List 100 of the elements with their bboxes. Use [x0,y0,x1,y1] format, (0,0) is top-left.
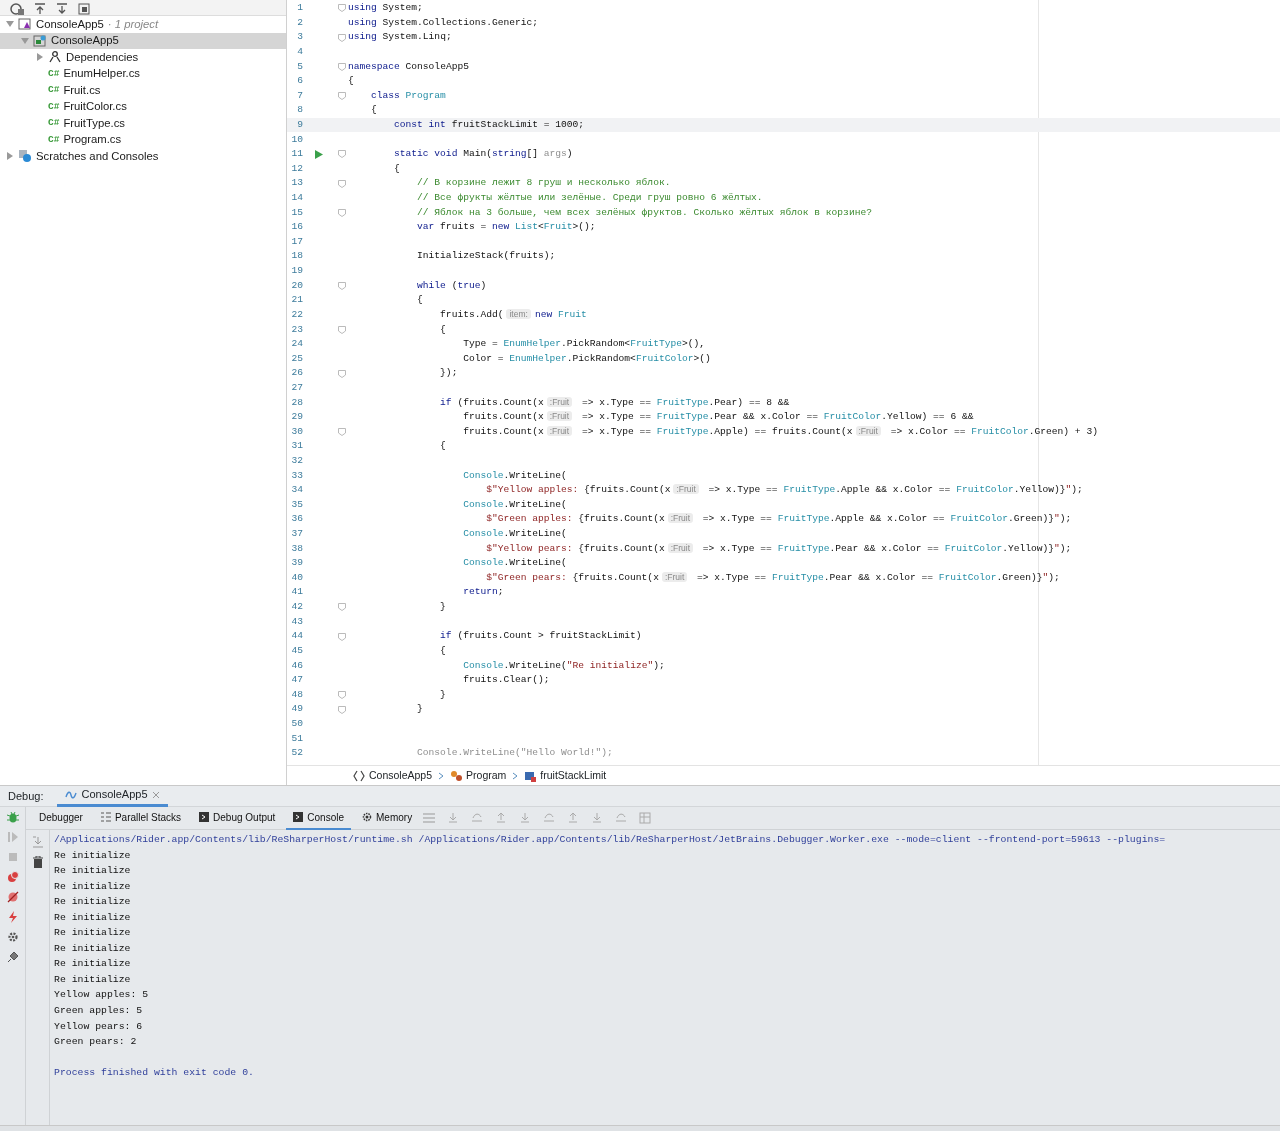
code-line: // В корзине лежит 8 груш и несколько яблок. [416,176,671,191]
fold-icon[interactable] [337,91,346,100]
line-number: 29 [290,410,303,425]
tab[interactable]: Debug Output [192,806,283,830]
breakpoints-icon[interactable] [6,871,19,883]
mute-breakpoints-icon[interactable] [6,891,19,903]
tree-item[interactable]: C# FruitType.cs [0,115,286,132]
fold-icon[interactable] [337,427,346,436]
breadcrumb-item[interactable]: fruitStackLimit [524,767,607,784]
line-number: 34 [290,483,303,498]
fold-icon[interactable] [337,33,346,42]
fold-icon[interactable] [337,150,346,159]
code-line: var fruits = new List<Fruit>(); [416,220,596,235]
line-number: 25 [290,351,303,366]
step-down-icon[interactable] [543,812,556,824]
expanded-arrow-icon[interactable] [6,20,14,29]
collapsed-arrow-icon[interactable] [36,53,44,62]
tree-item[interactable]: Scratches and Consoles [0,148,286,165]
console-output-line: Yellow apples: 5 [54,988,150,1003]
line-number: 45 [290,643,303,658]
preview-icon[interactable] [78,3,90,15]
line-number: 14 [290,191,303,206]
code-line: const int fruitStackLimit = 1000; [393,118,585,132]
file-type-icon: C# [48,132,60,147]
tree-item[interactable]: C# Program.cs [0,131,286,148]
tree-item[interactable]: Dependencies [0,49,286,66]
line-number: 43 [290,614,303,629]
tab[interactable]: Memory [355,806,420,830]
collapsed-arrow-icon[interactable] [6,152,14,161]
trash-icon[interactable] [32,856,43,868]
tab[interactable]: Console [286,806,352,830]
breadcrumb-item[interactable]: Program [450,767,507,784]
expanded-arrow-icon[interactable] [21,36,29,45]
fold-icon[interactable] [337,369,346,378]
line-number: 1 [296,1,303,16]
scroll-to-end-icon[interactable] [31,836,44,848]
tree-item[interactable]: C# EnumHelper.cs [0,65,286,82]
run-icon[interactable] [315,149,323,159]
console-output-line: Re initialize [54,910,132,925]
console-output-line: Re initialize [54,848,132,863]
fold-icon[interactable] [337,325,346,334]
line-number: 10 [290,132,303,147]
tab[interactable]: Parallel Stacks [93,806,189,830]
code-line: namespace ConsoleApp5 [348,59,469,74]
tree-item[interactable]: C# FruitColor.cs [0,98,286,115]
console-output-line: Re initialize [54,972,132,987]
pin-icon[interactable] [6,951,19,963]
line-number: 47 [290,673,303,688]
step-out-icon[interactable] [615,812,628,824]
fold-icon[interactable] [337,208,346,217]
console-output-line: Yellow pears: 6 [54,1019,144,1034]
step-down-icon[interactable] [519,812,532,824]
step-into-icon[interactable] [495,812,508,824]
resume-icon[interactable] [6,831,19,843]
fold-icon[interactable] [337,705,346,714]
line-number: 4 [296,44,303,59]
code-line: fruits.Count(x :Fruit => x.Type == FruitType.Pear && x.Color == FruitColor.Yellow) == 6 && [462,410,974,425]
solution-icon [18,17,32,32]
close-icon[interactable] [151,790,160,799]
code-line: { [439,643,446,658]
braces-icon [353,769,365,782]
fold-icon[interactable] [337,179,346,188]
line-number: 19 [290,264,303,279]
expand-icon[interactable] [56,3,68,15]
fold-icon[interactable] [337,690,346,699]
breadcrumb-item[interactable]: ConsoleApp5 [353,767,433,784]
stop-icon[interactable] [6,851,19,863]
line-number: 37 [290,527,303,542]
code-line: $"Green pears: {fruits.Count(x :Fruit => x.Type == FruitType.Pear && x.Color == FruitColor.Green)}"); [485,570,1060,585]
grid-icon[interactable] [639,812,652,824]
locate-icon[interactable] [10,3,24,15]
collapse-icon[interactable] [34,3,46,15]
fold-icon[interactable] [337,62,346,71]
dependencies-icon [48,50,62,65]
step-over-icon[interactable] [471,812,484,824]
lightning-icon[interactable] [6,911,19,923]
menu-icon[interactable] [423,813,436,823]
fold-icon[interactable] [337,4,346,13]
code-line: { [439,322,446,337]
line-number: 12 [290,161,303,176]
tree-item[interactable]: ConsoleApp5 · 1 project [0,16,286,33]
line-number: 8 [296,103,303,118]
bug-icon[interactable] [6,811,19,823]
step-up-icon[interactable] [567,812,580,824]
console-system-line: /Applications/Rider.app/Contents/lib/ReSharperHost/runtime.sh /Applications/Rider.app/Contents/lib/ReSharperHost/JetBrains.Debugger.Worker.exe --mode=client --frontend-port=59613 --plugins= [54,833,1166,847]
line-number: 9 [296,118,303,132]
tree-item[interactable]: C# Fruit.cs [0,82,286,99]
console-output-line: Re initialize [54,957,132,972]
tab[interactable]: Debugger [32,806,90,830]
fold-icon[interactable] [337,603,346,612]
tree-item-selected[interactable]: ConsoleApp5 [0,32,286,49]
code-line: using System.Collections.Generic; [348,15,538,30]
step-out-icon[interactable] [591,812,604,824]
line-number: 26 [290,366,303,381]
code-line: return; [462,585,504,600]
step-icon[interactable] [447,812,460,824]
fold-icon[interactable] [337,281,346,290]
settings-icon[interactable] [6,931,19,943]
fold-icon[interactable] [337,632,346,641]
line-number: 15 [290,205,303,220]
